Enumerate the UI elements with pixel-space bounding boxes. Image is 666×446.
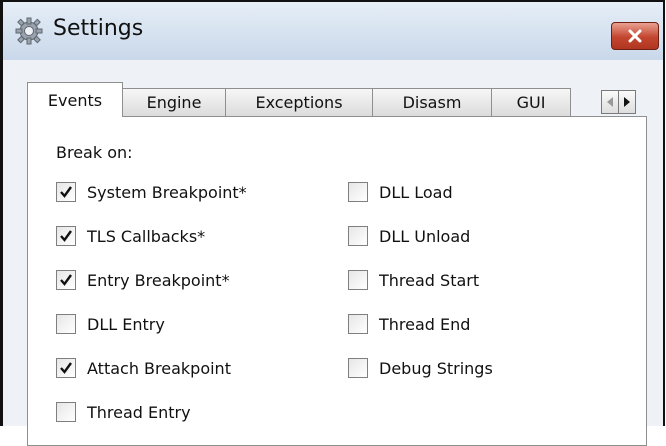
- checkbox-box[interactable]: [56, 270, 76, 290]
- tab-events[interactable]: Events: [27, 82, 123, 117]
- window-title: Settings: [53, 16, 144, 41]
- checkbox-label: DLL Load: [379, 182, 453, 202]
- checkbox-label: Attach Breakpoint: [87, 358, 231, 378]
- checkbox-label: Thread End: [379, 314, 471, 334]
- checkbox-box[interactable]: [56, 182, 76, 202]
- checkmark-icon: [60, 186, 72, 198]
- client-area: Events Engine Exceptions Disasm GUI Brea…: [3, 60, 663, 446]
- gear-icon: [15, 17, 43, 45]
- checkmark-icon: [60, 362, 72, 374]
- checkbox-label: DLL Entry: [87, 314, 165, 334]
- settings-window: Settings Events Engine Exceptions Disasm…: [0, 0, 665, 446]
- checkbox-dll-entry[interactable]: DLL Entry: [56, 311, 165, 337]
- checkbox-label: System Breakpoint*: [87, 182, 247, 202]
- checkbox-attach-breakpoint[interactable]: Attach Breakpoint: [56, 355, 231, 381]
- checkbox-box[interactable]: [348, 270, 368, 290]
- tab-engine[interactable]: Engine: [122, 88, 226, 116]
- arrow-left-icon: [607, 97, 613, 107]
- tab-disasm[interactable]: Disasm: [372, 88, 492, 116]
- checkmark-icon: [60, 274, 72, 286]
- checkbox-label: Debug Strings: [379, 358, 493, 378]
- close-button[interactable]: [611, 22, 659, 50]
- checkbox-box[interactable]: [348, 226, 368, 246]
- checkbox-label: Thread Entry: [87, 402, 191, 422]
- title-bar: Settings: [3, 2, 663, 61]
- checkbox-label: DLL Unload: [379, 226, 471, 246]
- checkbox-dll-unload[interactable]: DLL Unload: [348, 223, 470, 249]
- checkbox-box[interactable]: [56, 226, 76, 246]
- checkbox-box[interactable]: [56, 314, 76, 334]
- tab-gui[interactable]: GUI: [491, 88, 571, 116]
- checkbox-dll-load[interactable]: DLL Load: [348, 179, 453, 205]
- close-icon: [628, 29, 642, 43]
- checkbox-thread-start[interactable]: Thread Start: [348, 267, 479, 293]
- events-panel: Break on: System Breakpoint* TLS Callback…: [27, 116, 647, 446]
- break-on-label: Break on:: [56, 143, 133, 162]
- checkmark-icon: [60, 230, 72, 242]
- tab-exceptions[interactable]: Exceptions: [225, 88, 373, 116]
- checkbox-box[interactable]: [348, 314, 368, 334]
- checkbox-thread-end[interactable]: Thread End: [348, 311, 470, 337]
- arrow-right-icon: [624, 97, 630, 107]
- checkbox-label: Thread Start: [379, 270, 480, 290]
- tab-scroll-left-button[interactable]: [601, 90, 619, 114]
- checkbox-box[interactable]: [348, 358, 368, 378]
- checkbox-system-breakpoint[interactable]: System Breakpoint*: [56, 179, 247, 205]
- checkbox-debug-strings[interactable]: Debug Strings: [348, 355, 493, 381]
- checkbox-box[interactable]: [56, 358, 76, 378]
- checkbox-thread-entry[interactable]: Thread Entry: [56, 399, 191, 425]
- tab-strip: Events Engine Exceptions Disasm GUI: [27, 82, 647, 117]
- checkbox-label: TLS Callbacks*: [87, 226, 206, 246]
- checkbox-label: Entry Breakpoint*: [87, 270, 230, 290]
- checkbox-box[interactable]: [56, 402, 76, 422]
- tab-scroll-right-button[interactable]: [618, 90, 636, 114]
- checkbox-tls-callbacks[interactable]: TLS Callbacks*: [56, 223, 205, 249]
- checkbox-box[interactable]: [348, 182, 368, 202]
- checkbox-entry-breakpoint[interactable]: Entry Breakpoint*: [56, 267, 230, 293]
